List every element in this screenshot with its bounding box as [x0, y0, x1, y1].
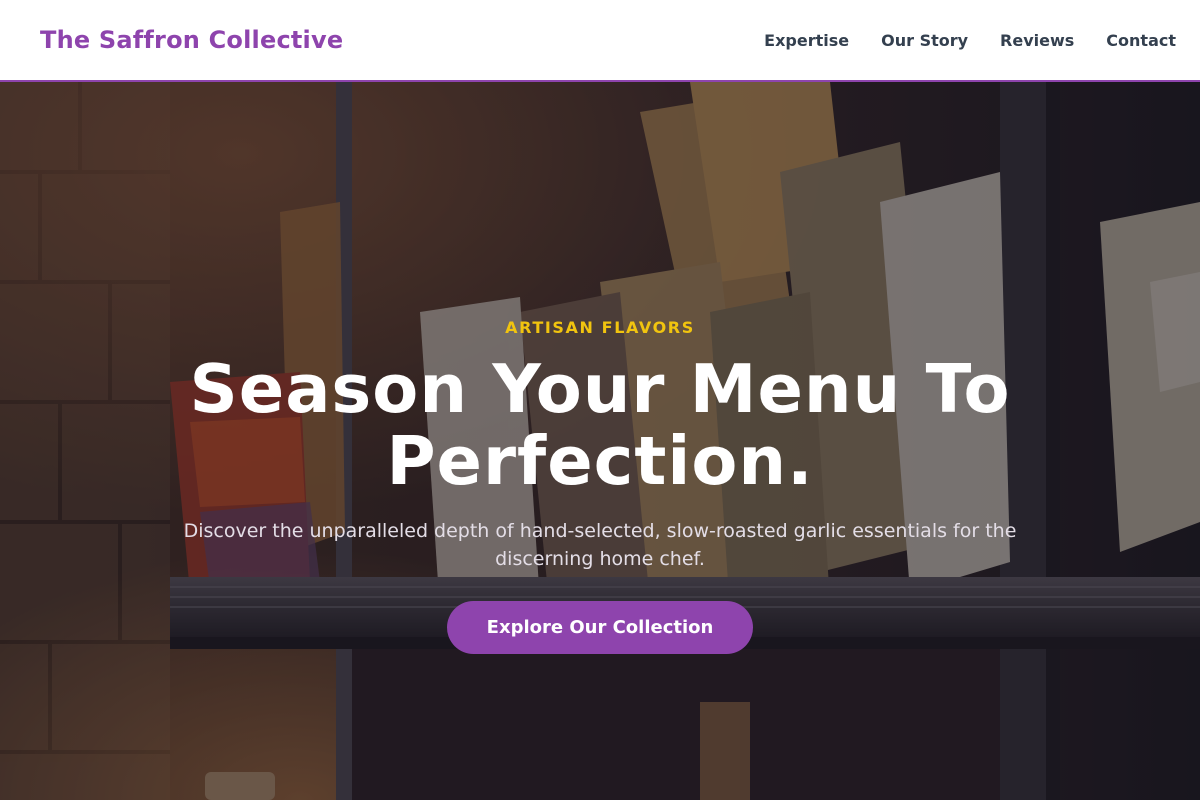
nav-link-contact[interactable]: Contact — [1106, 31, 1176, 50]
explore-collection-button[interactable]: Explore Our Collection — [447, 601, 753, 654]
top-navbar: The Saffron Collective Expertise Our Sto… — [0, 0, 1200, 82]
nav-link-expertise[interactable]: Expertise — [764, 31, 849, 50]
brand-logo-text[interactable]: The Saffron Collective — [40, 26, 343, 54]
hero-section: ARTISAN FLAVORS Season Your Menu To Perf… — [0, 82, 1200, 800]
hero-content: ARTISAN FLAVORS Season Your Menu To Perf… — [0, 82, 1200, 800]
hero-subheadline: Discover the unparalleled depth of hand-… — [183, 520, 1017, 570]
hero-eyebrow: ARTISAN FLAVORS — [505, 318, 695, 337]
main-nav: Expertise Our Story Reviews Contact — [764, 31, 1176, 50]
nav-link-reviews[interactable]: Reviews — [1000, 31, 1074, 50]
nav-link-our-story[interactable]: Our Story — [881, 31, 968, 50]
hero-headline: Season Your Menu To Perfection. — [189, 350, 1011, 500]
